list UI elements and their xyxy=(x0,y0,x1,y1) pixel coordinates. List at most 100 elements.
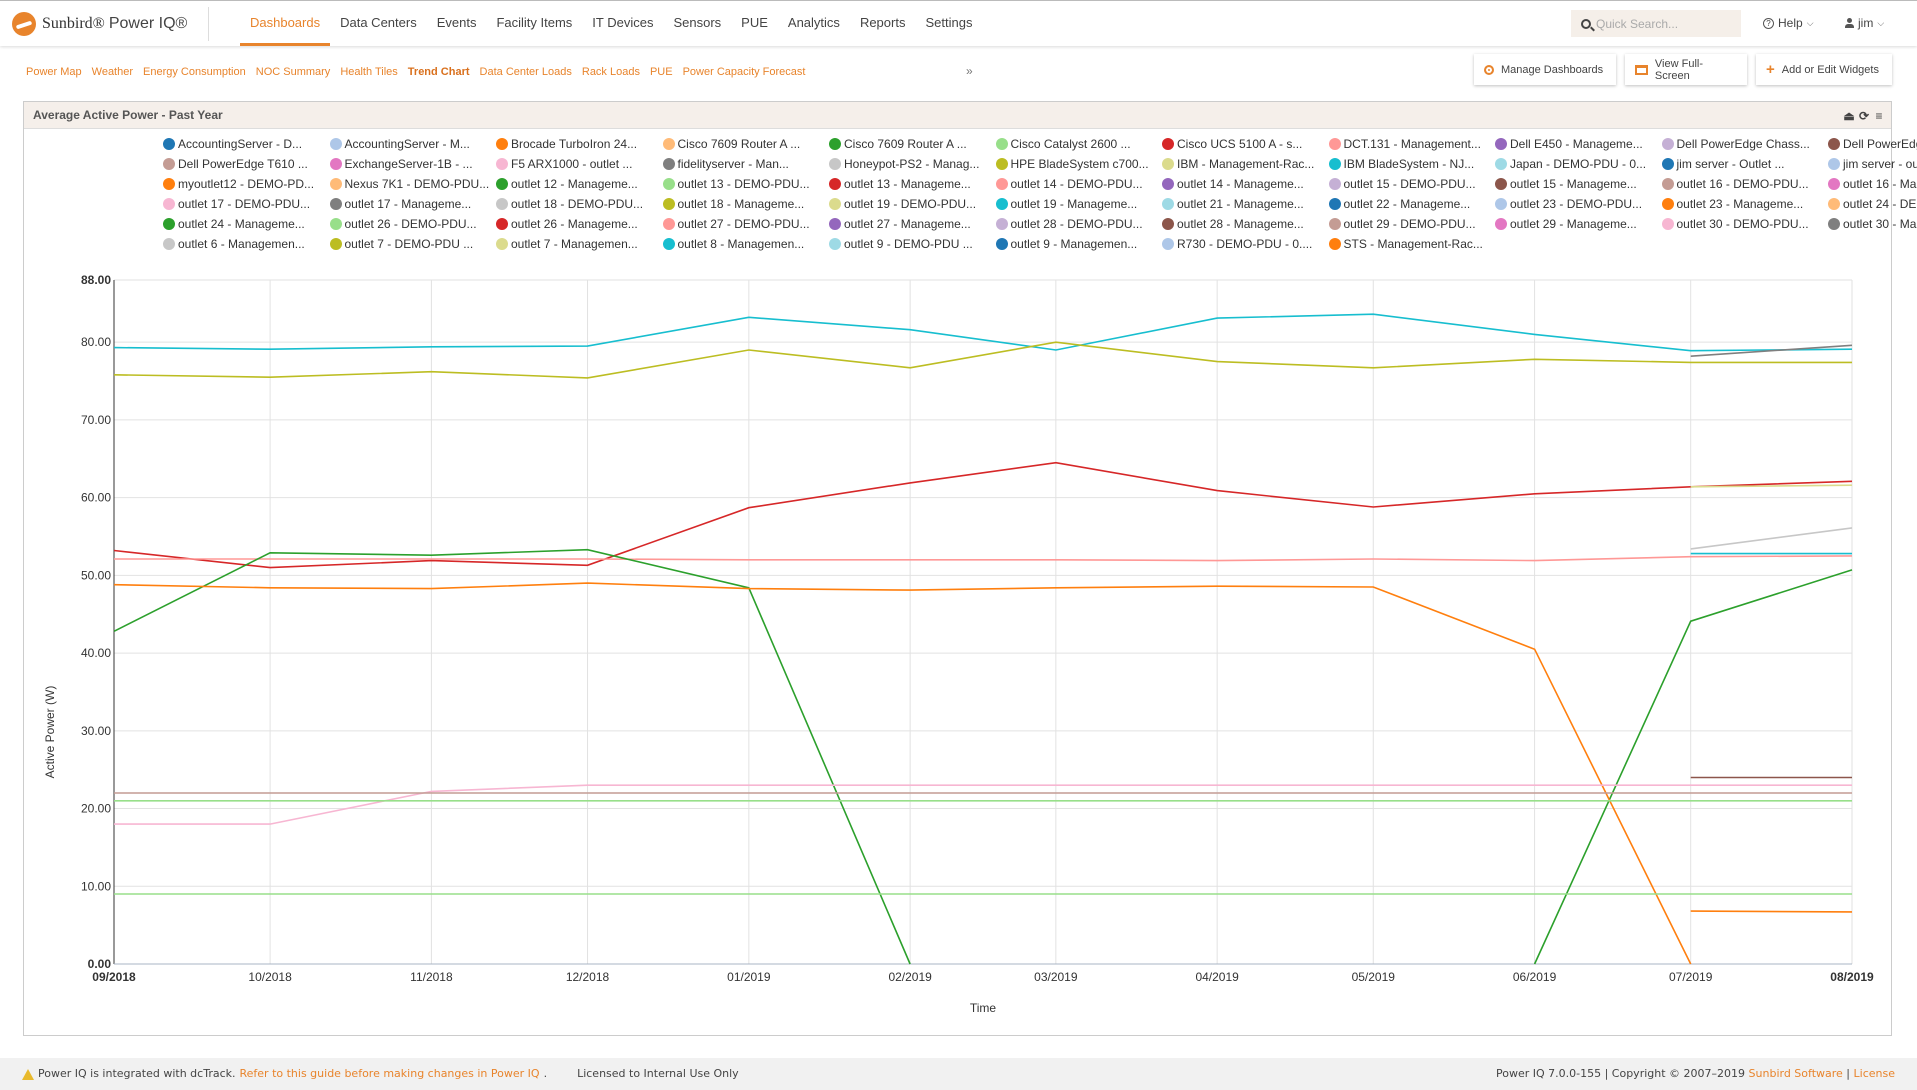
nav-item-data-centers[interactable]: Data Centers xyxy=(330,1,427,46)
legend-item[interactable]: outlet 18 - DEMO-PDU... xyxy=(496,195,663,213)
tab-data-center-loads[interactable]: Data Center Loads xyxy=(480,66,572,78)
user-menu[interactable]: jim ⌵ xyxy=(1845,16,1884,30)
nav-item-settings[interactable]: Settings xyxy=(915,1,982,46)
legend-item[interactable]: outlet 24 - Manageme... xyxy=(163,215,330,233)
guide-link[interactable]: Refer to this guide before making change… xyxy=(240,1058,540,1090)
legend-item[interactable]: AccountingServer - M... xyxy=(329,135,497,153)
legend-label: Brocade TurboIron 24... xyxy=(511,137,638,151)
tab-pue[interactable]: PUE xyxy=(650,66,673,78)
legend-item[interactable]: HPE BladeSystem c700... xyxy=(995,155,1163,173)
legend-item[interactable]: outlet 18 - Manageme... xyxy=(662,195,830,213)
legend-item[interactable]: outlet 7 - Managemen... xyxy=(496,235,663,253)
legend-item[interactable]: outlet 27 - DEMO-PDU... xyxy=(662,215,830,233)
add-edit-widgets-button[interactable]: + Add or Edit Widgets xyxy=(1756,54,1892,85)
nav-item-facility-items[interactable]: Facility Items xyxy=(486,1,582,46)
legend-item[interactable]: Cisco UCS 5100 A - s... xyxy=(1162,135,1329,153)
company-link[interactable]: Sunbird Software xyxy=(1749,1067,1843,1080)
license-link[interactable]: License xyxy=(1854,1067,1895,1080)
legend-item[interactable]: ExchangeServer-1B - ... xyxy=(329,155,497,173)
legend-item[interactable]: DCT.131 - Management... xyxy=(1328,135,1496,153)
legend-item[interactable]: myoutlet12 - DEMO-PD... xyxy=(163,175,330,193)
refresh-icon[interactable]: ⟳ xyxy=(1858,110,1870,122)
legend-item[interactable]: AccountingServer - D... xyxy=(163,135,330,153)
legend-label: outlet 24 - DEMO-PDU... xyxy=(1843,197,1917,211)
legend-item[interactable]: Brocade TurboIron 24... xyxy=(496,135,663,153)
legend-item[interactable]: outlet 28 - Manageme... xyxy=(1162,215,1329,233)
tab-rack-loads[interactable]: Rack Loads xyxy=(582,66,640,78)
legend-item[interactable]: jim server - Outlet ... xyxy=(1661,155,1829,173)
legend-item[interactable]: outlet 29 - DEMO-PDU... xyxy=(1328,215,1496,233)
nav-item-pue[interactable]: PUE xyxy=(731,1,778,46)
legend-item[interactable]: fidelityserver - Man... xyxy=(662,155,830,173)
search-input[interactable] xyxy=(1596,16,1736,31)
legend-item[interactable]: outlet 30 - Manageme... xyxy=(1828,215,1917,233)
legend-item[interactable]: outlet 13 - Manageme... xyxy=(829,175,996,193)
legend-item[interactable]: R730 - DEMO-PDU - 0.... xyxy=(1162,235,1329,253)
tab-weather[interactable]: Weather xyxy=(92,66,133,78)
menu-icon[interactable]: ≡ xyxy=(1873,110,1885,122)
legend-item[interactable]: outlet 8 - Managemen... xyxy=(662,235,830,253)
legend-item[interactable]: outlet 14 - Manageme... xyxy=(1162,175,1329,193)
export-icon[interactable]: ⏏ xyxy=(1843,110,1855,122)
logo[interactable]: Sunbird® Power IQ® xyxy=(12,11,187,37)
legend-item[interactable]: outlet 6 - Managemen... xyxy=(163,235,330,253)
manage-dashboards-button[interactable]: Manage Dashboards xyxy=(1474,54,1616,85)
legend-item[interactable]: IBM BladeSystem - NJ... xyxy=(1328,155,1496,173)
legend-item[interactable]: Dell PowerEdge Chass... xyxy=(1828,135,1917,153)
legend-item[interactable]: outlet 15 - Manageme... xyxy=(1495,175,1662,193)
legend-item[interactable]: outlet 7 - DEMO-PDU ... xyxy=(329,235,497,253)
nav-item-reports[interactable]: Reports xyxy=(850,1,916,46)
nav-item-dashboards[interactable]: Dashboards xyxy=(240,1,331,46)
legend-item[interactable]: Cisco 7609 Router A ... xyxy=(829,135,996,153)
legend-item[interactable]: STS - Management-Rac... xyxy=(1328,235,1496,253)
legend-item[interactable]: outlet 15 - DEMO-PDU... xyxy=(1328,175,1496,193)
legend-item[interactable]: outlet 9 - DEMO-PDU ... xyxy=(829,235,996,253)
tab-power-map[interactable]: Power Map xyxy=(26,66,82,78)
legend-item[interactable]: IBM - Management-Rac... xyxy=(1162,155,1329,173)
legend-item[interactable]: Honeypot-PS2 - Manag... xyxy=(829,155,996,173)
tab-power-capacity-forecast[interactable]: Power Capacity Forecast xyxy=(683,66,806,78)
legend-item[interactable]: Dell PowerEdge T610 ... xyxy=(163,155,330,173)
legend-item[interactable]: outlet 14 - DEMO-PDU... xyxy=(995,175,1163,193)
quick-search[interactable] xyxy=(1571,10,1741,37)
legend-item[interactable]: outlet 26 - DEMO-PDU... xyxy=(329,215,497,233)
legend-item[interactable]: outlet 21 - Manageme... xyxy=(1162,195,1329,213)
nav-item-it-devices[interactable]: IT Devices xyxy=(582,1,663,46)
help-menu[interactable]: ? Help ⌵ xyxy=(1763,16,1814,30)
legend-item[interactable]: outlet 17 - DEMO-PDU... xyxy=(163,195,330,213)
legend-item[interactable]: jim server - outlet ... xyxy=(1828,155,1917,173)
more-tabs-button[interactable]: » xyxy=(966,64,973,78)
legend-item[interactable]: outlet 26 - Manageme... xyxy=(496,215,663,233)
legend-item[interactable]: outlet 22 - Manageme... xyxy=(1328,195,1496,213)
legend-item[interactable]: outlet 16 - DEMO-PDU... xyxy=(1661,175,1829,193)
nav-item-events[interactable]: Events xyxy=(427,1,487,46)
legend-item[interactable]: Dell E450 - Manageme... xyxy=(1495,135,1662,153)
legend-item[interactable]: outlet 30 - DEMO-PDU... xyxy=(1661,215,1829,233)
legend-item[interactable]: Nexus 7K1 - DEMO-PDU... xyxy=(329,175,497,193)
legend-item[interactable]: outlet 23 - Manageme... xyxy=(1661,195,1829,213)
legend-item[interactable]: outlet 23 - DEMO-PDU... xyxy=(1495,195,1662,213)
tab-trend-chart[interactable]: Trend Chart xyxy=(408,66,470,78)
legend-item[interactable]: outlet 13 - DEMO-PDU... xyxy=(662,175,830,193)
legend-item[interactable]: outlet 12 - Manageme... xyxy=(496,175,663,193)
legend-item[interactable]: Cisco 7609 Router A ... xyxy=(662,135,830,153)
legend-item[interactable]: outlet 24 - DEMO-PDU... xyxy=(1828,195,1917,213)
tab-noc-summary[interactable]: NOC Summary xyxy=(256,66,331,78)
tab-energy-consumption[interactable]: Energy Consumption xyxy=(143,66,246,78)
nav-item-sensors[interactable]: Sensors xyxy=(663,1,731,46)
tab-health-tiles[interactable]: Health Tiles xyxy=(340,66,397,78)
legend-item[interactable]: outlet 19 - DEMO-PDU... xyxy=(829,195,996,213)
legend-item[interactable]: Japan - DEMO-PDU - 0... xyxy=(1495,155,1662,173)
legend-item[interactable]: Cisco Catalyst 2600 ... xyxy=(995,135,1163,153)
legend-item[interactable]: outlet 9 - Managemen... xyxy=(995,235,1163,253)
legend-item[interactable]: outlet 29 - Manageme... xyxy=(1495,215,1662,233)
legend-item[interactable]: outlet 28 - DEMO-PDU... xyxy=(995,215,1163,233)
legend-item[interactable]: outlet 16 - Manageme... xyxy=(1828,175,1917,193)
legend-item[interactable]: F5 ARX1000 - outlet ... xyxy=(496,155,663,173)
legend-item[interactable]: outlet 27 - Manageme... xyxy=(829,215,996,233)
legend-item[interactable]: Dell PowerEdge Chass... xyxy=(1661,135,1829,153)
view-full-screen-button[interactable]: View Full-Screen xyxy=(1625,54,1747,85)
nav-item-analytics[interactable]: Analytics xyxy=(778,1,850,46)
legend-item[interactable]: outlet 19 - Manageme... xyxy=(995,195,1163,213)
legend-item[interactable]: outlet 17 - Manageme... xyxy=(329,195,497,213)
